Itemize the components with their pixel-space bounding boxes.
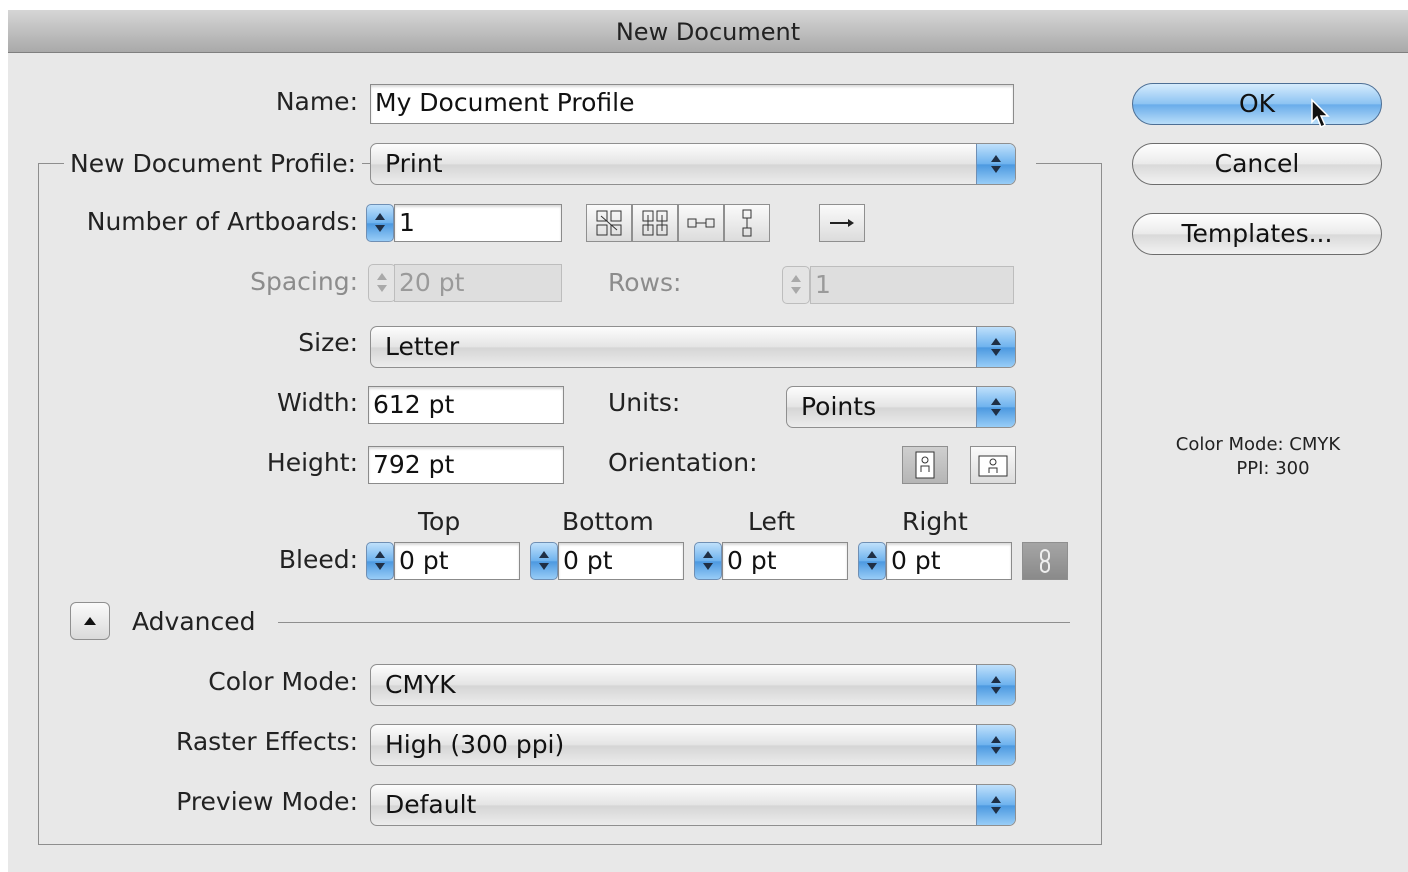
raster-effects-select[interactable]: High (300 ppi) [370,724,1016,766]
height-input[interactable]: 792 pt [368,446,564,484]
landscape-icon[interactable] [970,446,1016,484]
select-arrows-icon [976,725,1015,765]
bleed-right-header: Right [902,507,968,536]
bleed-bottom-input[interactable]: 0 pt [558,542,684,580]
bleed-right-stepper[interactable] [858,542,886,580]
title-bar[interactable]: New Document [8,10,1408,53]
select-arrows-icon [976,144,1015,184]
width-label: Width: [276,388,358,417]
raster-effects-label: Raster Effects: [176,727,358,756]
advanced-divider [278,622,1070,623]
document-info: Color Mode: CMYK PPI: 300 [1148,433,1368,481]
bleed-bottom-header: Bottom [562,507,654,536]
bleed-bottom-stepper[interactable] [530,542,558,580]
name-label: Name: [275,87,358,116]
bleed-left-header: Left [748,507,796,536]
templates-button[interactable]: Templates... [1132,213,1382,255]
bleed-left-stepper[interactable] [694,542,722,580]
artboards-input[interactable]: 1 [394,204,562,242]
select-arrows-icon [976,327,1015,367]
portrait-icon[interactable] [902,446,948,484]
disclosure-up-icon[interactable] [70,602,110,640]
artboards-label: Number of Artboards: [86,207,358,236]
ok-button[interactable]: OK [1132,83,1382,125]
preview-mode-select-value: Default [385,790,477,819]
spacing-stepper [368,264,396,302]
profile-select[interactable]: Print [370,143,1016,185]
size-label: Size: [298,328,358,357]
bleed-left-input[interactable]: 0 pt [722,542,848,580]
orientation-label: Orientation: [608,448,758,477]
select-arrows-icon [976,665,1015,705]
size-select-value: Letter [385,332,460,361]
select-arrows-icon [976,387,1015,427]
grid-by-column-icon[interactable] [632,204,678,242]
color-mode-label: Color Mode: [208,667,358,696]
window-title: New Document [615,18,801,46]
new-document-dialog: New Document Name: My Document Profile N… [8,10,1408,872]
select-arrows-icon [976,785,1015,825]
name-input[interactable]: My Document Profile [370,84,1014,124]
bleed-right-input[interactable]: 0 pt [886,542,1012,580]
advanced-label: Advanced [132,607,256,636]
raster-effects-select-value: High (300 ppi) [385,730,565,759]
units-label: Units: [608,388,681,417]
rows-input: 1 [810,266,1014,304]
units-select[interactable]: Points [786,386,1016,428]
profile-select-value: Print [385,149,443,178]
profile-label: New Document Profile: [64,149,363,179]
info-ppi: PPI: 300 [1236,458,1310,479]
artboards-stepper[interactable] [366,204,394,242]
arrange-by-column-icon[interactable] [724,204,770,242]
units-select-value: Points [801,392,877,421]
preview-mode-label: Preview Mode: [176,787,358,816]
bleed-top-header: Top [418,507,461,536]
cancel-button[interactable]: Cancel [1132,143,1382,185]
size-select[interactable]: Letter [370,326,1016,368]
bleed-label: Bleed: [278,545,358,574]
rows-stepper [782,266,810,304]
spacing-input: 20 pt [394,264,562,302]
link-bleed-icon[interactable] [1022,542,1068,580]
left-to-right-arrow-icon[interactable] [819,204,865,242]
preview-mode-select[interactable]: Default [370,784,1016,826]
height-label: Height: [266,448,358,477]
arrange-by-row-icon[interactable] [678,204,724,242]
spacing-label: Spacing: [250,267,358,296]
grid-by-row-icon[interactable] [586,204,632,242]
mouse-cursor-icon [1310,98,1332,130]
bleed-top-stepper[interactable] [366,542,394,580]
width-input[interactable]: 612 pt [368,386,564,424]
color-mode-select-value: CMYK [385,670,456,699]
rows-label: Rows: [608,268,682,297]
info-color-mode: Color Mode: CMYK [1175,434,1341,455]
color-mode-select[interactable]: CMYK [370,664,1016,706]
bleed-top-input[interactable]: 0 pt [394,542,520,580]
